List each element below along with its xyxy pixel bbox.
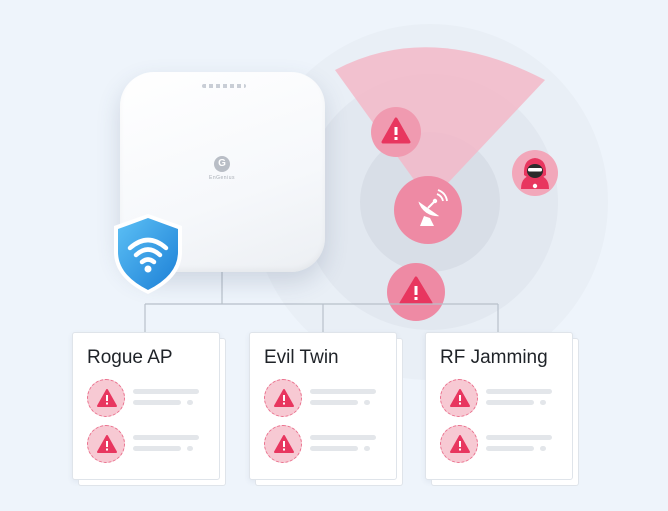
placeholder-dot <box>364 446 370 451</box>
placeholder-line <box>133 400 181 405</box>
placeholder-line <box>310 400 358 405</box>
warning-triangle-icon <box>87 379 125 417</box>
placeholder-line <box>133 389 199 394</box>
placeholder-line <box>486 389 552 394</box>
alert-item <box>264 379 384 417</box>
placeholder-line <box>310 389 376 394</box>
alert-item <box>264 425 384 463</box>
warning-triangle-icon <box>87 425 125 463</box>
warning-triangle-icon <box>440 425 478 463</box>
placeholder-dot <box>364 400 370 405</box>
brand-logo-icon: G <box>214 156 230 172</box>
placeholder-line <box>486 400 534 405</box>
placeholder-line <box>133 435 199 440</box>
alert-item <box>440 379 560 417</box>
shield-wifi-icon <box>114 214 182 294</box>
placeholder-dot <box>187 446 193 451</box>
placeholder-line <box>310 435 376 440</box>
status-leds <box>202 84 246 88</box>
placeholder-line <box>133 446 181 451</box>
card-evil-twin: Evil Twin <box>249 332 397 480</box>
card-rf-jamming: RF Jamming <box>425 332 573 480</box>
placeholder-dot <box>540 446 546 451</box>
warning-triangle-icon <box>264 425 302 463</box>
placeholder-line <box>310 446 358 451</box>
brand-text: EnGenius <box>209 175 235 181</box>
warning-triangle-icon <box>440 379 478 417</box>
placeholder-line <box>486 446 534 451</box>
alert-item <box>87 379 207 417</box>
placeholder-dot <box>540 400 546 405</box>
placeholder-line <box>486 435 552 440</box>
card-title: Rogue AP <box>87 347 173 368</box>
card-title: Evil Twin <box>264 347 339 368</box>
card-title: RF Jamming <box>440 347 548 368</box>
warning-triangle-icon <box>264 379 302 417</box>
card-rogue-ap: Rogue AP <box>72 332 220 480</box>
placeholder-dot <box>187 400 193 405</box>
alert-item <box>87 425 207 463</box>
alert-item <box>440 425 560 463</box>
